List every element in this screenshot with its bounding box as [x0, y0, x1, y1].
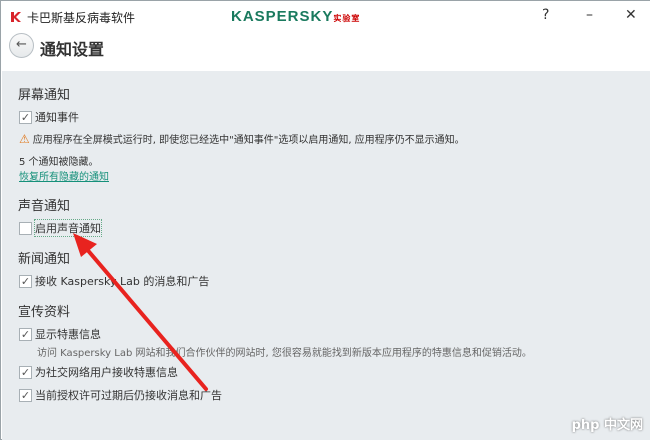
app-window: 卡巴斯基反病毒软件 KASPERSKY实验室 ? – ✕ ← 通知设置 屏幕通知… [0, 0, 650, 440]
red-annotation-arrow [73, 233, 208, 391]
watermark: php 中文网 [571, 418, 643, 433]
